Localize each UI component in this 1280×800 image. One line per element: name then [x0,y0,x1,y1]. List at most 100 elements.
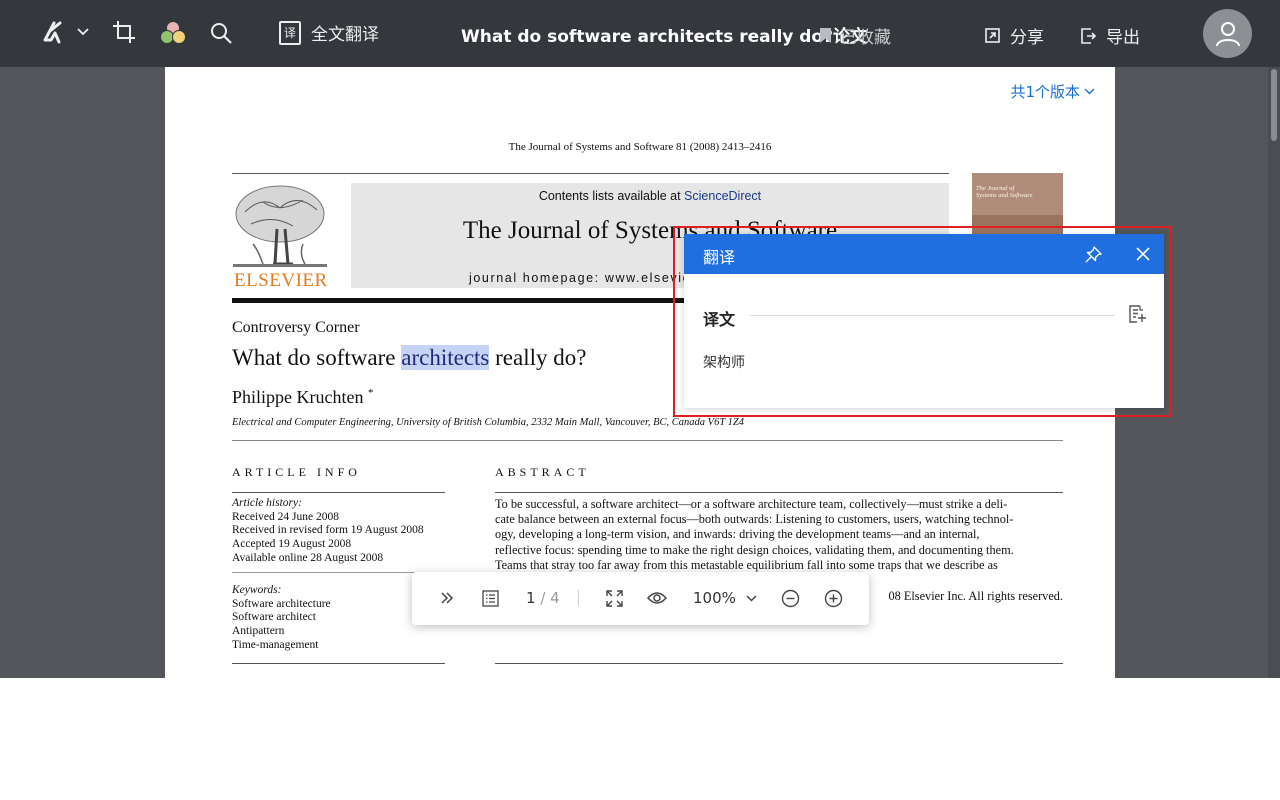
scrollbar-thumb[interactable] [1271,69,1277,141]
zoom-out-button[interactable] [779,587,801,609]
history-item: Received in revised form 19 August 2008 [232,524,424,537]
pin-icon [1085,245,1102,262]
fullscreen-icon [605,589,623,607]
bookmark-button[interactable]: 已收藏 [819,23,891,48]
author-text: Philippe Kruchten [232,387,364,407]
chevron-down-icon [745,594,757,602]
translation-popup: 翻译 译文 架构师 [684,234,1164,408]
cover-title-line2: Systems and Software [976,192,1033,199]
zoom-in-icon [824,589,842,607]
translation-result: 架构师 [703,355,745,371]
author-name: Philippe Kruchten * [232,387,373,408]
app-logo-button[interactable] [40,20,66,46]
cover-title-line1: The Journal of [976,185,1015,192]
double-chevron-right-icon [441,592,454,604]
keywords-list: Keywords: Software architecture Software… [232,584,331,653]
abstract-rule [495,492,1063,493]
header-rule [232,173,949,174]
translate-icon: 译 [279,20,301,45]
chevron-down-icon [77,28,89,36]
keyword-item: Antipattern [232,625,285,638]
keywords-label: Keywords: [232,584,282,596]
copy-add-icon [1129,305,1146,323]
popup-title: 翻译 [703,248,736,267]
history-item: Available online 28 August 2008 [232,551,384,564]
fullscreen-button[interactable] [603,587,625,609]
total-pages: / 4 [540,589,560,607]
pin-button[interactable] [1083,244,1103,264]
translation-section-label: 译文 [703,310,736,329]
share-label: 分享 [1010,28,1044,48]
share-button[interactable]: 分享 [985,23,1044,48]
cover-title: The Journal of Systems and Software [976,185,1032,199]
selected-word[interactable]: architects [401,345,490,370]
current-page[interactable]: 1 [526,589,536,607]
close-popup-button[interactable] [1133,244,1153,264]
history-item: Received 24 June 2008 [232,510,339,523]
keyword-item: Software architecture [232,597,331,610]
outline-list-icon [481,589,499,607]
history-label: Article history: [232,497,302,509]
user-avatar[interactable] [1203,9,1252,58]
vertical-scrollbar[interactable] [1268,67,1280,678]
share-icon [985,28,1000,43]
article-history: Article history: Received 24 June 2008 R… [232,497,424,566]
page-indicator[interactable]: 1 / 4 [526,589,560,607]
versions-dropdown[interactable]: 共1个版本 [1010,81,1095,102]
abstract-line: cate balance between an external focus—b… [495,512,1014,527]
search-button[interactable] [209,21,233,45]
export-icon [1081,27,1096,44]
article-info-rule [232,492,445,493]
author-footnote-mark[interactable]: * [368,387,374,399]
history-item: Accepted 19 August 2008 [232,538,352,551]
section-rule [750,315,1115,316]
toolbar-divider [578,590,579,606]
export-button[interactable]: 导出 [1081,23,1140,48]
crop-button[interactable] [112,20,136,44]
page-control-bar: 1 / 4 100% [412,572,869,625]
abstract-line: ogy, developing a long-term vision, and … [495,527,980,542]
app-logo-icon [43,21,62,44]
info-bottom-rule [232,663,445,664]
top-toolbar: 译 全文翻译 What do software architects reall… [0,0,1280,67]
abstract-bottom-rule [495,663,1063,664]
abstract-heading: ABSTRACT [495,465,590,479]
contents-availability: Contents lists available at ScienceDirec… [351,189,949,203]
full-translate-label: 全文翻译 [311,25,379,45]
zoom-level[interactable]: 100% [693,589,736,607]
sciencedirect-link[interactable]: ScienceDirect [684,189,761,203]
keyword-item: Software architect [232,611,316,624]
theme-color-button[interactable] [159,20,187,46]
color-circles-icon [160,21,186,44]
bookmark-label: 已收藏 [840,28,891,48]
article-info-heading: ARTICLE INFO [232,465,361,479]
elsevier-tree-logo [233,185,327,267]
keyword-item: Time-management [232,638,319,651]
abstract-line: To be successful, a software architect—o… [495,497,1008,511]
contents-prefix: Contents lists available at [538,189,685,203]
search-icon [211,23,232,44]
paper-title: What do software architects really do? [232,345,586,371]
full-translate-button[interactable]: 译 全文翻译 [279,20,379,45]
abstract-body: To be successful, a software architect—o… [495,497,1063,573]
title-part-2: really do? [489,345,587,370]
view-mode-button[interactable] [646,587,668,609]
popup-header: 翻译 [684,234,1164,274]
document-title: What do software architects really do?论文 [461,27,867,47]
outline-button[interactable] [479,587,501,609]
elsevier-wordmark: ELSEVIER [234,270,328,291]
close-icon [1136,247,1150,261]
affiliation-rule [232,440,1063,441]
author-affiliation: Electrical and Computer Engineering, Uni… [232,417,744,428]
versions-label: 共1个版本 [1010,83,1080,101]
export-label: 导出 [1106,28,1140,48]
zoom-in-button[interactable] [822,587,844,609]
toggle-sidebar-button[interactable] [436,587,458,609]
chevron-down-icon [1084,88,1095,95]
logo-menu-dropdown[interactable] [76,25,90,39]
zoom-out-icon [781,589,799,607]
add-to-notes-button[interactable] [1128,305,1148,325]
title-part-1: What do software [232,345,402,370]
crop-icon [113,21,135,43]
zoom-dropdown[interactable] [740,587,762,609]
